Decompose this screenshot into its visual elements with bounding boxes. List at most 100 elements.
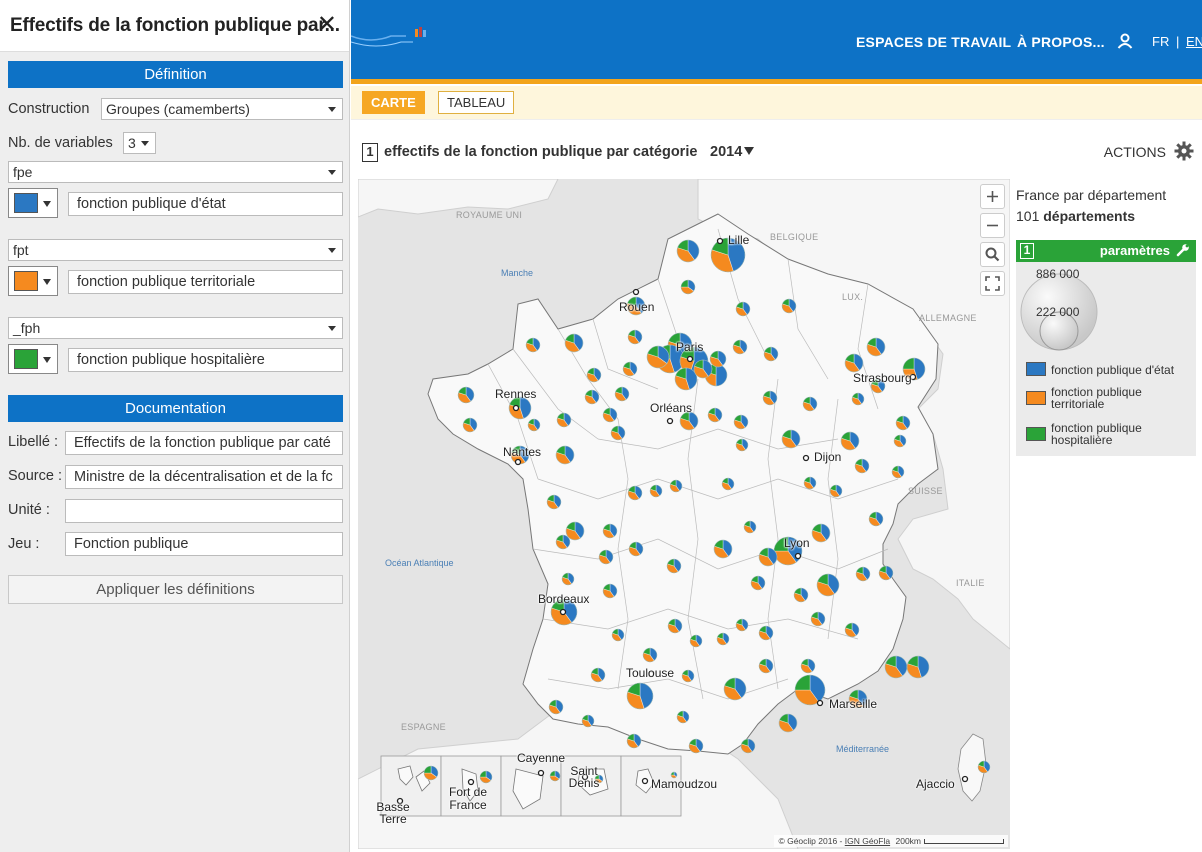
pie-marker[interactable] xyxy=(735,438,749,452)
legend-params-header[interactable]: 1 paramètres xyxy=(1016,240,1196,262)
variable-select-1[interactable]: fpe xyxy=(8,161,343,183)
pie-marker[interactable] xyxy=(758,658,774,674)
color-picker-2[interactable] xyxy=(8,266,58,296)
credits-ign-link[interactable]: IGN GéoFla xyxy=(845,836,890,846)
pie-marker[interactable] xyxy=(627,329,643,345)
libelle-input[interactable]: Effectifs de la fonction publique par ca… xyxy=(65,431,343,455)
pie-marker[interactable] xyxy=(564,333,584,353)
pie-marker[interactable] xyxy=(626,682,654,710)
pie-marker[interactable] xyxy=(479,770,493,784)
pie-marker[interactable] xyxy=(735,618,749,632)
pie-marker[interactable] xyxy=(627,485,643,501)
pie-marker[interactable] xyxy=(723,677,747,701)
pie-marker[interactable] xyxy=(758,625,774,641)
variable-label-input-3[interactable]: fonction publique hospitalière xyxy=(68,348,343,372)
pie-marker[interactable] xyxy=(649,484,663,498)
pie-marker[interactable] xyxy=(778,713,798,733)
pie-marker[interactable] xyxy=(676,710,690,724)
pie-marker[interactable] xyxy=(681,669,695,683)
pie-marker[interactable] xyxy=(561,572,575,586)
pie-marker[interactable] xyxy=(816,573,840,597)
variable-select-3[interactable]: _fph xyxy=(8,317,343,339)
pie-marker[interactable] xyxy=(743,520,757,534)
pie-marker[interactable] xyxy=(906,655,930,679)
pie-marker[interactable] xyxy=(735,301,751,317)
pie-marker[interactable] xyxy=(800,658,816,674)
pie-marker[interactable] xyxy=(732,339,748,355)
pie-marker[interactable] xyxy=(716,632,730,646)
pie-marker[interactable] xyxy=(740,738,756,754)
pie-marker[interactable] xyxy=(676,239,700,263)
zoom-in-button[interactable] xyxy=(980,184,1005,209)
pie-marker[interactable] xyxy=(854,458,870,474)
pie-marker[interactable] xyxy=(977,760,991,774)
pie-marker[interactable] xyxy=(584,389,600,405)
nav-workspaces[interactable]: ESPACES DE TRAVAIL xyxy=(856,34,1011,50)
pie-marker[interactable] xyxy=(674,367,698,391)
pie-marker[interactable] xyxy=(810,611,826,627)
pie-marker[interactable] xyxy=(622,361,638,377)
pie-marker[interactable] xyxy=(590,667,606,683)
lang-en[interactable]: EN xyxy=(1186,34,1202,49)
color-picker-1[interactable] xyxy=(8,188,58,218)
pie-marker[interactable] xyxy=(688,738,704,754)
pie-marker[interactable] xyxy=(555,445,575,465)
pie-marker[interactable] xyxy=(763,346,779,362)
pie-marker[interactable] xyxy=(884,655,908,679)
map-canvas[interactable]: ROYAUME UNI BELGIQUE LUX. ALLEMAGNE SUIS… xyxy=(358,179,1010,849)
pie-marker[interactable] xyxy=(598,549,614,565)
pie-marker[interactable] xyxy=(829,484,843,498)
pie-marker[interactable] xyxy=(781,429,801,449)
pie-marker[interactable] xyxy=(855,566,871,582)
pie-marker[interactable] xyxy=(811,523,831,543)
year-select[interactable]: 2014 xyxy=(710,144,755,160)
pie-marker[interactable] xyxy=(602,583,618,599)
pie-marker[interactable] xyxy=(642,647,658,663)
pie-marker[interactable] xyxy=(733,414,749,430)
fullscreen-button[interactable] xyxy=(980,271,1005,296)
tab-carte[interactable]: CARTE xyxy=(362,91,425,114)
pie-marker[interactable] xyxy=(669,479,683,493)
pie-marker[interactable] xyxy=(546,494,562,510)
pie-marker[interactable] xyxy=(527,418,541,432)
pie-marker[interactable] xyxy=(762,390,778,406)
apply-definitions-button[interactable]: Appliquer les définitions xyxy=(8,575,343,604)
pie-marker[interactable] xyxy=(556,412,572,428)
construction-select[interactable]: Groupes (camemberts) xyxy=(101,98,343,120)
pie-marker[interactable] xyxy=(895,415,911,431)
pie-marker[interactable] xyxy=(721,477,735,491)
pie-marker[interactable] xyxy=(707,407,723,423)
source-input[interactable]: Ministre de la décentralisation et de la… xyxy=(65,465,343,489)
pie-marker[interactable] xyxy=(844,622,860,638)
color-picker-3[interactable] xyxy=(8,344,58,374)
nb-variables-select[interactable]: 3 xyxy=(123,132,156,154)
pie-marker[interactable] xyxy=(646,345,670,369)
pie-marker[interactable] xyxy=(462,417,478,433)
pie-marker[interactable] xyxy=(680,279,696,295)
pie-marker[interactable] xyxy=(866,337,886,357)
zoom-out-button[interactable] xyxy=(980,213,1005,238)
jeu-input[interactable]: Fonction publique xyxy=(65,532,343,556)
pie-marker[interactable] xyxy=(713,539,733,559)
lang-fr[interactable]: FR xyxy=(1152,34,1169,49)
variable-select-2[interactable]: fpt xyxy=(8,239,343,261)
pie-marker[interactable] xyxy=(758,547,778,567)
pie-marker[interactable] xyxy=(667,618,683,634)
pie-marker[interactable] xyxy=(803,476,817,490)
nav-about[interactable]: À PROPOS... xyxy=(1017,34,1105,50)
pie-marker[interactable] xyxy=(689,634,703,648)
pie-marker[interactable] xyxy=(844,353,864,373)
user-icon[interactable] xyxy=(1117,33,1133,49)
variable-label-input-2[interactable]: fonction publique territoriale xyxy=(68,270,343,294)
pie-marker[interactable] xyxy=(793,587,809,603)
pie-marker[interactable] xyxy=(611,628,625,642)
gear-icon[interactable] xyxy=(1174,141,1194,161)
pie-marker[interactable] xyxy=(581,714,595,728)
pie-marker[interactable] xyxy=(840,431,860,451)
pie-marker[interactable] xyxy=(868,511,884,527)
actions-button[interactable]: ACTIONS xyxy=(1104,144,1166,160)
pie-marker[interactable] xyxy=(802,396,818,412)
pie-marker[interactable] xyxy=(602,523,618,539)
pie-marker[interactable] xyxy=(851,392,865,406)
pie-marker[interactable] xyxy=(555,534,571,550)
